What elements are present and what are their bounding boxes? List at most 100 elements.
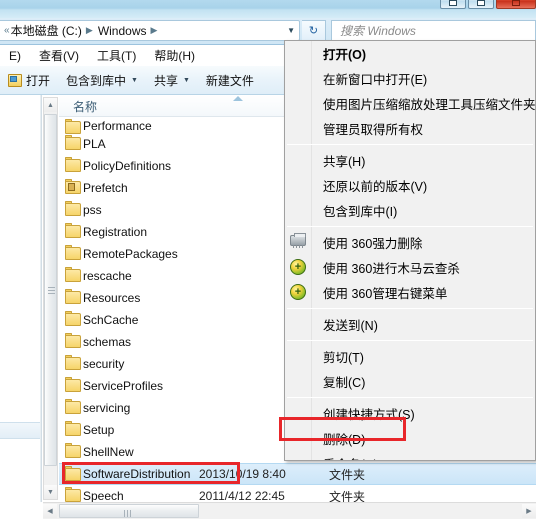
nav-item-local-disk-c[interactable]: 盘 (C:) — [0, 422, 40, 439]
context-menu-separator — [287, 340, 533, 341]
horizontal-scrollbar[interactable]: ◀ ▶ — [43, 502, 536, 519]
pane-splitter[interactable] — [40, 95, 42, 502]
folder-icon — [65, 421, 81, 436]
file-name: Speech — [83, 489, 124, 502]
context-menu-item-label: 打开(O) — [323, 48, 367, 62]
context-menu-item-label: 复制(C) — [323, 376, 366, 390]
context-menu-item[interactable]: 共享(H) — [285, 148, 535, 173]
scrollbar-thumb[interactable] — [44, 114, 57, 466]
context-menu-item[interactable]: 管理员取得所有权 — [285, 116, 535, 141]
folder-icon — [65, 487, 81, 502]
context-menu-separator — [287, 144, 533, 145]
context-menu-item-label: 创建快捷方式(S) — [323, 408, 415, 422]
context-menu-item[interactable]: 还原以前的版本(V) — [285, 173, 535, 198]
context-menu-item[interactable]: 使用图片压缩缩放处理工具压缩文件夹内的 — [285, 91, 535, 116]
file-name: Resources — [83, 291, 141, 305]
horizontal-scrollbar-grip-icon — [124, 510, 133, 517]
context-menu-item[interactable]: 创建快捷方式(S) — [285, 401, 535, 426]
refresh-button[interactable]: ↻ — [302, 20, 326, 41]
sort-ascending-icon — [233, 96, 243, 101]
context-menu-item[interactable]: 重命名(N) — [285, 451, 535, 460]
breadcrumb-separator-icon-2[interactable]: ▶ — [151, 25, 158, 36]
maximize-button[interactable] — [468, 0, 494, 9]
file-type: 文件夹 — [329, 489, 366, 503]
scroll-down-arrow-icon[interactable]: ▼ — [44, 485, 57, 499]
context-menu-item[interactable]: 删除(D) — [285, 426, 535, 451]
address-bar[interactable]: « 本地磁盘 (C:) ▶ Windows ▶ ▼ — [0, 20, 300, 41]
share-button[interactable]: 共享 ▼ — [146, 69, 198, 91]
nav-item-recent-places[interactable]: 问的位置 — [0, 173, 40, 190]
minimize-icon — [449, 0, 457, 6]
maximize-icon — [477, 0, 485, 6]
file-name: Registration — [83, 225, 148, 239]
open-button-label: 打开 — [26, 73, 51, 88]
file-name: PLA — [83, 137, 106, 151]
context-menu-item-label: 使用 360管理右键菜单 — [323, 287, 448, 301]
menu-item-help[interactable]: 帮助(H) — [145, 47, 204, 64]
open-folder-icon — [8, 73, 22, 87]
context-menu: 打开(O) 在新窗口中打开(E) 使用图片压缩缩放处理工具压缩文件夹内的管理员取得所… — [284, 40, 536, 461]
context-menu-item[interactable]: 剪切(T) — [285, 344, 535, 369]
file-name: PolicyDefinitions — [83, 159, 172, 173]
context-menu-item-label: 发送到(N) — [323, 319, 378, 333]
file-date-modified: 2011/4/12 22:45 — [199, 489, 285, 502]
context-menu-item[interactable]: 在新窗口中打开(E) — [285, 66, 535, 91]
scroll-up-arrow-icon[interactable]: ▲ — [44, 98, 57, 112]
context-menu-item[interactable]: 使用 360强力删除 — [285, 230, 535, 255]
file-name: pss — [83, 203, 102, 217]
breadcrumb-drive[interactable]: 本地磁盘 (C:) — [11, 22, 82, 39]
context-menu-item[interactable]: 发送到(N) — [285, 312, 535, 337]
explorer-window: « 本地磁盘 (C:) ▶ Windows ▶ ▼ ↻ 搜索 Windows E… — [0, 0, 536, 519]
context-menu-item[interactable]: 复制(C) — [285, 369, 535, 394]
menu-item-edit[interactable]: E) — [0, 49, 30, 63]
table-row[interactable]: Speech 2011/4/12 22:45 文件夹 — [59, 485, 536, 502]
search-input[interactable]: 搜索 Windows — [331, 20, 536, 41]
context-menu-item-label: 在新窗口中打开(E) — [323, 73, 428, 87]
context-menu-item[interactable]: 使用 360管理右键菜单 — [285, 280, 535, 305]
context-menu-item[interactable]: 包含到库中(I) — [285, 198, 535, 223]
nav-item-downloads[interactable]: 载 — [0, 338, 40, 355]
context-menu-item[interactable]: 使用 360进行木马云查杀 — [285, 255, 535, 280]
context-menu-item[interactable]: 打开(O) — [285, 41, 535, 66]
open-button[interactable]: 打开 — [0, 69, 58, 91]
table-row[interactable]: SoftwareDistribution 2013/10/19 8:40 文件夹 — [59, 463, 536, 485]
nav-item-drive-2[interactable]: :) — [0, 447, 40, 461]
scroll-left-arrow-icon[interactable]: ◀ — [43, 504, 57, 518]
horizontal-scrollbar-thumb[interactable] — [59, 504, 199, 518]
navigation-scrollbar[interactable]: ▲ ▼ — [43, 97, 58, 500]
address-dropdown-icon[interactable]: ▼ — [287, 21, 295, 40]
menu-item-view[interactable]: 查看(V) — [30, 47, 88, 64]
minimize-button[interactable] — [440, 0, 466, 9]
context-menu-item-label: 删除(D) — [323, 433, 366, 447]
folder-icon — [65, 201, 81, 216]
nav-item-drive-4[interactable]: ) — [0, 493, 40, 502]
close-button[interactable] — [496, 0, 536, 9]
folder-icon — [65, 135, 81, 150]
navigation-pane: 问的位置 载 盘 (C:) :) ) ) — [0, 95, 40, 502]
menu-item-tools[interactable]: 工具(T) — [88, 47, 145, 64]
scrollbar-grip-icon — [48, 287, 55, 294]
shredder-icon — [290, 233, 306, 248]
chevron-down-icon-2: ▼ — [182, 76, 190, 84]
file-name: security — [83, 357, 125, 371]
column-header-name[interactable]: 名称 — [73, 98, 97, 115]
nav-item-drive-3[interactable]: ) — [0, 470, 40, 484]
context-menu-item-label: 包含到库中(I) — [323, 205, 398, 219]
context-menu-item-label: 使用图片压缩缩放处理工具压缩文件夹内的 — [323, 98, 536, 112]
file-name: servicing — [83, 401, 131, 415]
close-icon — [512, 0, 520, 6]
back-chevron-icon[interactable]: « — [4, 25, 10, 36]
360-shield-icon — [290, 259, 306, 275]
folder-icon — [65, 157, 81, 172]
context-menu-separator — [287, 397, 533, 398]
breadcrumb-separator-icon[interactable]: ▶ — [86, 25, 93, 36]
360-shield-icon — [290, 284, 306, 300]
file-name: ServiceProfiles — [83, 379, 164, 393]
include-in-library-button[interactable]: 包含到库中 ▼ — [58, 69, 146, 91]
file-name: ShellNew — [83, 445, 134, 459]
new-folder-button[interactable]: 新建文件 — [198, 69, 262, 91]
breadcrumb-windows[interactable]: Windows — [98, 24, 147, 38]
scroll-right-arrow-icon[interactable]: ▶ — [522, 504, 536, 518]
context-menu-item-label: 使用 360进行木马云查杀 — [323, 262, 460, 276]
file-name: SchCache — [83, 313, 139, 327]
